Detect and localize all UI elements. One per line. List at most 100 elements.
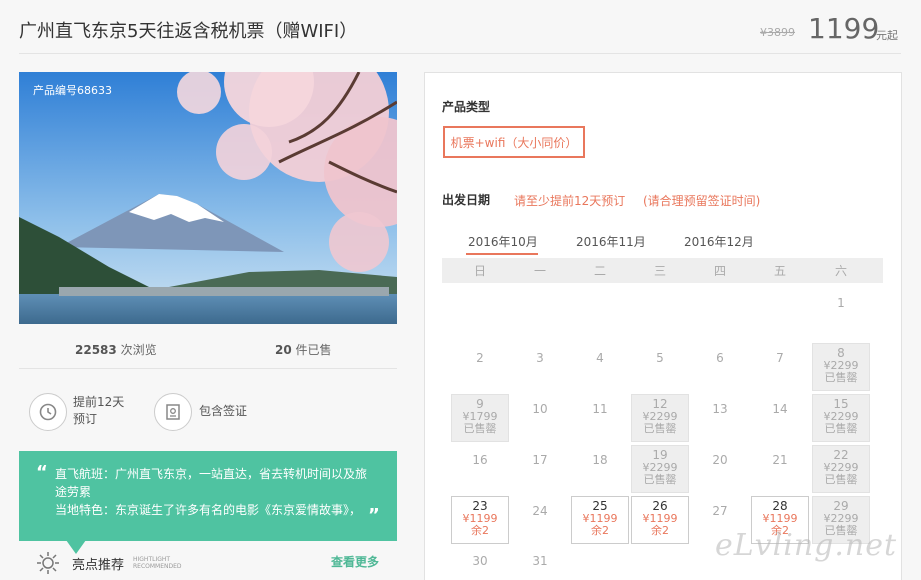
departure-date-label: 出发日期 [442,193,491,207]
day-status: 已售罄 [824,371,858,384]
day-number: 1 [837,296,845,310]
calendar-day-10: 10 [511,394,569,442]
day-number: 14 [772,402,788,416]
day-number: 3 [536,351,544,365]
day-number: 5 [656,351,664,365]
highlight-line3: 当地特色：东京诞生了许多有名的电影《东京爱情故事》， [55,503,362,517]
calendar-day-20: 20 [691,445,749,493]
weekday-4: 四 [713,264,726,278]
day-number: 26 [652,499,668,513]
calendar-day-4: 4 [571,343,629,391]
weekday-2: 二 [593,264,606,278]
day-number: 6 [716,351,724,365]
weekday-6: 六 [834,264,847,278]
day-number: 13 [712,402,728,416]
views-count: 22583 次浏览 [75,343,157,357]
day-number: 17 [532,453,548,467]
day-status: 已售罄 [463,422,497,435]
day-number: 7 [776,351,784,365]
highlight-pointer [66,540,86,554]
day-number: 2 [476,351,484,365]
day-number: 10 [532,402,548,416]
active-month-indicator [466,253,538,255]
calendar-day-19: 19 ¥2299 已售罄 [631,445,689,493]
calendar-day-30: 30 [451,546,509,580]
day-number: 28 [772,499,788,513]
price-unit: 元起 [876,29,898,42]
watermark: eLvling.net [715,528,898,563]
calendar-day-21: 21 [751,445,809,493]
day-number: 9 [476,397,484,411]
weekday-0: 日 [473,264,486,278]
weekday-5: 五 [773,264,786,278]
calendar-day-7: 7 [751,343,809,391]
day-number: 4 [596,351,604,365]
day-status: 已售罄 [643,422,677,435]
feature-advance-booking: 提前12天 预订 [73,395,125,426]
open-quote-icon: “ [36,462,48,483]
product-type-option[interactable]: 机票+wifi（大小同价） [443,126,585,158]
highlight-label: 亮点推荐 [72,558,125,573]
day-number: 22 [833,448,849,462]
highlight-line2: 途劳累 [55,485,92,499]
product-type-label: 产品类型 [442,100,491,114]
calendar-day-1: 1 [812,288,870,336]
highlight-line1: 直飞航班：广州直飞东京，一站直达，省去转机时间以及旅 [55,467,368,481]
page-title: 广州直飞东京5天往返含税机票（赠WIFI） [19,21,358,42]
calendar-day-11: 11 [571,394,629,442]
weekday-1: 一 [533,264,546,278]
calendar-day-12: 12 ¥2299 已售罄 [631,394,689,442]
calendar-day-23[interactable]: 23 ¥1199 余2 [451,496,509,544]
day-number: 16 [472,453,488,467]
day-number: 23 [472,499,488,513]
highlight-box: 直飞航班：广州直飞东京，一站直达，省去转机时间以及旅 途劳累 当地特色：东京诞生… [19,451,397,541]
day-status: 已售罄 [824,473,858,486]
day-status: 余2 [471,524,489,537]
tab-month-nov[interactable]: 2016年11月 [576,233,646,250]
day-status: 已售罄 [824,422,858,435]
calendar-day-24: 24 [511,496,569,544]
product-code: 产品编号68633 [33,84,112,97]
sun-icon [36,551,60,579]
calendar-day-6: 6 [691,343,749,391]
calendar-day-18: 18 [571,445,629,493]
day-number: 8 [837,346,845,360]
calendar-day-14: 14 [751,394,809,442]
day-number: 18 [592,453,608,467]
calendar-day-15: 15 ¥2299 已售罄 [812,394,870,442]
day-number: 24 [532,504,548,518]
clock-history-icon [29,393,67,431]
day-number: 30 [472,554,488,568]
view-more-link[interactable]: 查看更多 [331,553,379,570]
day-number: 25 [592,499,608,513]
sold-count: 20 件已售 [275,343,332,357]
calendar-day-13: 13 [691,394,749,442]
current-price: 1199 [808,12,880,45]
calendar-day-3: 3 [511,343,569,391]
visa-note: (请合理预留签证时间) [643,194,761,208]
day-status: 余2 [651,524,669,537]
header-divider [19,53,901,54]
day-status: 余2 [591,524,609,537]
day-number: 11 [592,402,608,416]
tab-month-oct[interactable]: 2016年10月 [468,233,538,250]
highlight-label-en: HIGHTLIGHT RECOMMENDED [133,556,182,570]
calendar-day-9: 9 ¥1799 已售罄 [451,394,509,442]
advance-note: 请至少提前12天预订 [514,194,626,208]
day-number: 19 [652,448,668,462]
calendar-day-16: 16 [451,445,509,493]
day-number: 21 [772,453,788,467]
weekday-3: 三 [653,264,666,278]
day-number: 12 [652,397,668,411]
calendar-day-2: 2 [451,343,509,391]
original-price: ¥3899 [760,26,795,39]
close-quote-icon: ” [368,505,380,526]
day-number: 27 [712,504,728,518]
tab-month-dec[interactable]: 2016年12月 [684,233,754,250]
visa-document-icon [154,393,192,431]
calendar-day-31: 31 [511,546,569,580]
calendar-day-5: 5 [631,343,689,391]
calendar-day-26[interactable]: 26 ¥1199 余2 [631,496,689,544]
calendar-day-25[interactable]: 25 ¥1199 余2 [571,496,629,544]
day-number: 29 [833,499,849,513]
